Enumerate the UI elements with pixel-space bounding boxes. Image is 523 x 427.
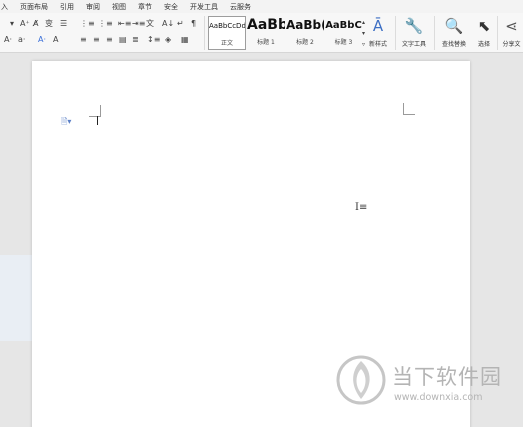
mouse-ibeam-icon: I≡ [355, 202, 368, 213]
watermark-title: 当下软件园 [392, 365, 502, 389]
line-spacing-icon[interactable]: ☰ [60, 19, 67, 28]
align-left-icon[interactable]: ≡ [80, 35, 87, 44]
share-label: 分享文 [502, 41, 521, 48]
style-normal[interactable]: AaBbCcDd 正文 [208, 16, 246, 50]
outdent-icon[interactable]: ⇥≡ [132, 19, 145, 28]
numbering-icon[interactable]: ⋮≡ [98, 19, 113, 28]
menu-references[interactable]: 引用 [60, 2, 74, 12]
bullets-icon[interactable]: ⋮≡ [80, 19, 95, 28]
margin-corner-top-right [403, 103, 415, 115]
menu-page-layout[interactable]: 页面布局 [20, 2, 48, 12]
style-heading-3-label: 标题 3 [334, 39, 353, 46]
margin-corner-top-left [89, 105, 101, 117]
new-style-label: 新样式 [368, 41, 387, 48]
wrench-icon: 🔧 [404, 17, 424, 35]
menu-review[interactable]: 审阅 [86, 2, 100, 12]
new-style-button[interactable]: Ā 新样式 [364, 16, 392, 50]
style-heading-1[interactable]: AaBb 标题 1 [247, 16, 285, 50]
char-border-icon[interactable]: A [53, 35, 58, 44]
share-button[interactable]: ⋖ 分享文 [500, 16, 523, 50]
font-size-dropdown-icon[interactable]: ▾ [10, 19, 14, 28]
indent-icon[interactable]: ⇤≡ [118, 19, 131, 28]
new-style-icon: Ā [372, 17, 384, 35]
phonetic-icon[interactable]: 变 [45, 19, 53, 28]
text-caret [97, 116, 98, 125]
menu-cloud[interactable]: 云服务 [230, 2, 251, 12]
style-heading-2[interactable]: AaBb( 标题 2 [286, 16, 324, 50]
case-icon[interactable]: a· [18, 35, 25, 44]
text-effect-icon[interactable]: A· [4, 35, 12, 44]
border-icon[interactable]: ▦ [181, 35, 189, 44]
paragraph-layout-icon[interactable]: 🗎▾ [61, 116, 71, 130]
menu-bar: 入 页面布局 引用 审阅 视图 章节 安全 开发工具 云服务 [0, 0, 523, 13]
magnifier-icon: 🔍 [444, 17, 464, 35]
ribbon-divider [204, 16, 205, 50]
find-replace-button[interactable]: 🔍 查找替换 [438, 16, 470, 50]
style-heading-2-sample: AaBb( [286, 18, 324, 32]
text-tools-button[interactable]: 🔧 文字工具 [398, 16, 430, 50]
ribbon-divider [497, 16, 498, 50]
ribbon-divider [434, 16, 435, 50]
style-normal-label: 正文 [220, 40, 233, 47]
font-size-up-icon[interactable]: A⁺ [20, 19, 30, 28]
style-heading-1-label: 标题 1 [257, 39, 275, 46]
find-replace-label: 查找替换 [441, 41, 466, 48]
share-icon: ⋖ [505, 17, 518, 35]
style-heading-2-label: 标题 2 [296, 39, 314, 46]
select-button[interactable]: ⬉ 选择 [473, 16, 495, 50]
paragraph-spacing-icon[interactable]: ↕≡ [147, 35, 160, 44]
style-heading-1-sample: AaBb [247, 17, 285, 33]
watermark-logo-icon [336, 355, 386, 405]
align-right-icon[interactable]: ≡ [106, 35, 113, 44]
shading-icon[interactable]: ◈ [165, 35, 171, 44]
clear-format-icon[interactable]: A̸ [33, 19, 38, 28]
pilcrow-icon[interactable]: ¶ [191, 19, 196, 28]
style-heading-3[interactable]: AaBbC 标题 3 [325, 16, 362, 50]
chinese-layout-icon[interactable]: 文 [146, 19, 154, 28]
style-heading-3-sample: AaBbC [325, 20, 362, 31]
show-marks-icon[interactable]: ↵ [177, 19, 184, 28]
menu-developer[interactable]: 开发工具 [190, 2, 218, 12]
cursor-icon: ⬉ [477, 17, 491, 35]
select-label: 选择 [477, 41, 490, 48]
text-tools-label: 文字工具 [401, 41, 426, 48]
menu-security[interactable]: 安全 [164, 2, 178, 12]
distributed-icon[interactable]: ≣ [132, 35, 139, 44]
style-normal-sample: AaBbCcDd [209, 22, 245, 30]
sort-icon[interactable]: A↓ [162, 19, 174, 28]
watermark-url: www.downxia.com [394, 392, 483, 403]
menu-view[interactable]: 视图 [112, 2, 126, 12]
ribbon-toolbar: ▾ A⁺ A̸ 变 ☰ ⋮≡ ⋮≡ ⇤≡ ⇥≡ 文 A↓ ↵ ¶ A· a· A… [0, 13, 523, 53]
justify-icon[interactable]: ▤ [119, 35, 127, 44]
font-color-icon[interactable]: A· [38, 35, 46, 44]
ribbon-divider [395, 16, 396, 50]
style-gallery: AaBbCcDd 正文 AaBb 标题 1 AaBb( 标题 2 AaBbC 标… [208, 16, 368, 50]
menu-section[interactable]: 章节 [138, 2, 152, 12]
align-center-icon[interactable]: ≡ [93, 35, 100, 44]
menu-insert[interactable]: 入 [1, 2, 8, 12]
watermark: 当下软件园 www.downxia.com [336, 355, 522, 411]
